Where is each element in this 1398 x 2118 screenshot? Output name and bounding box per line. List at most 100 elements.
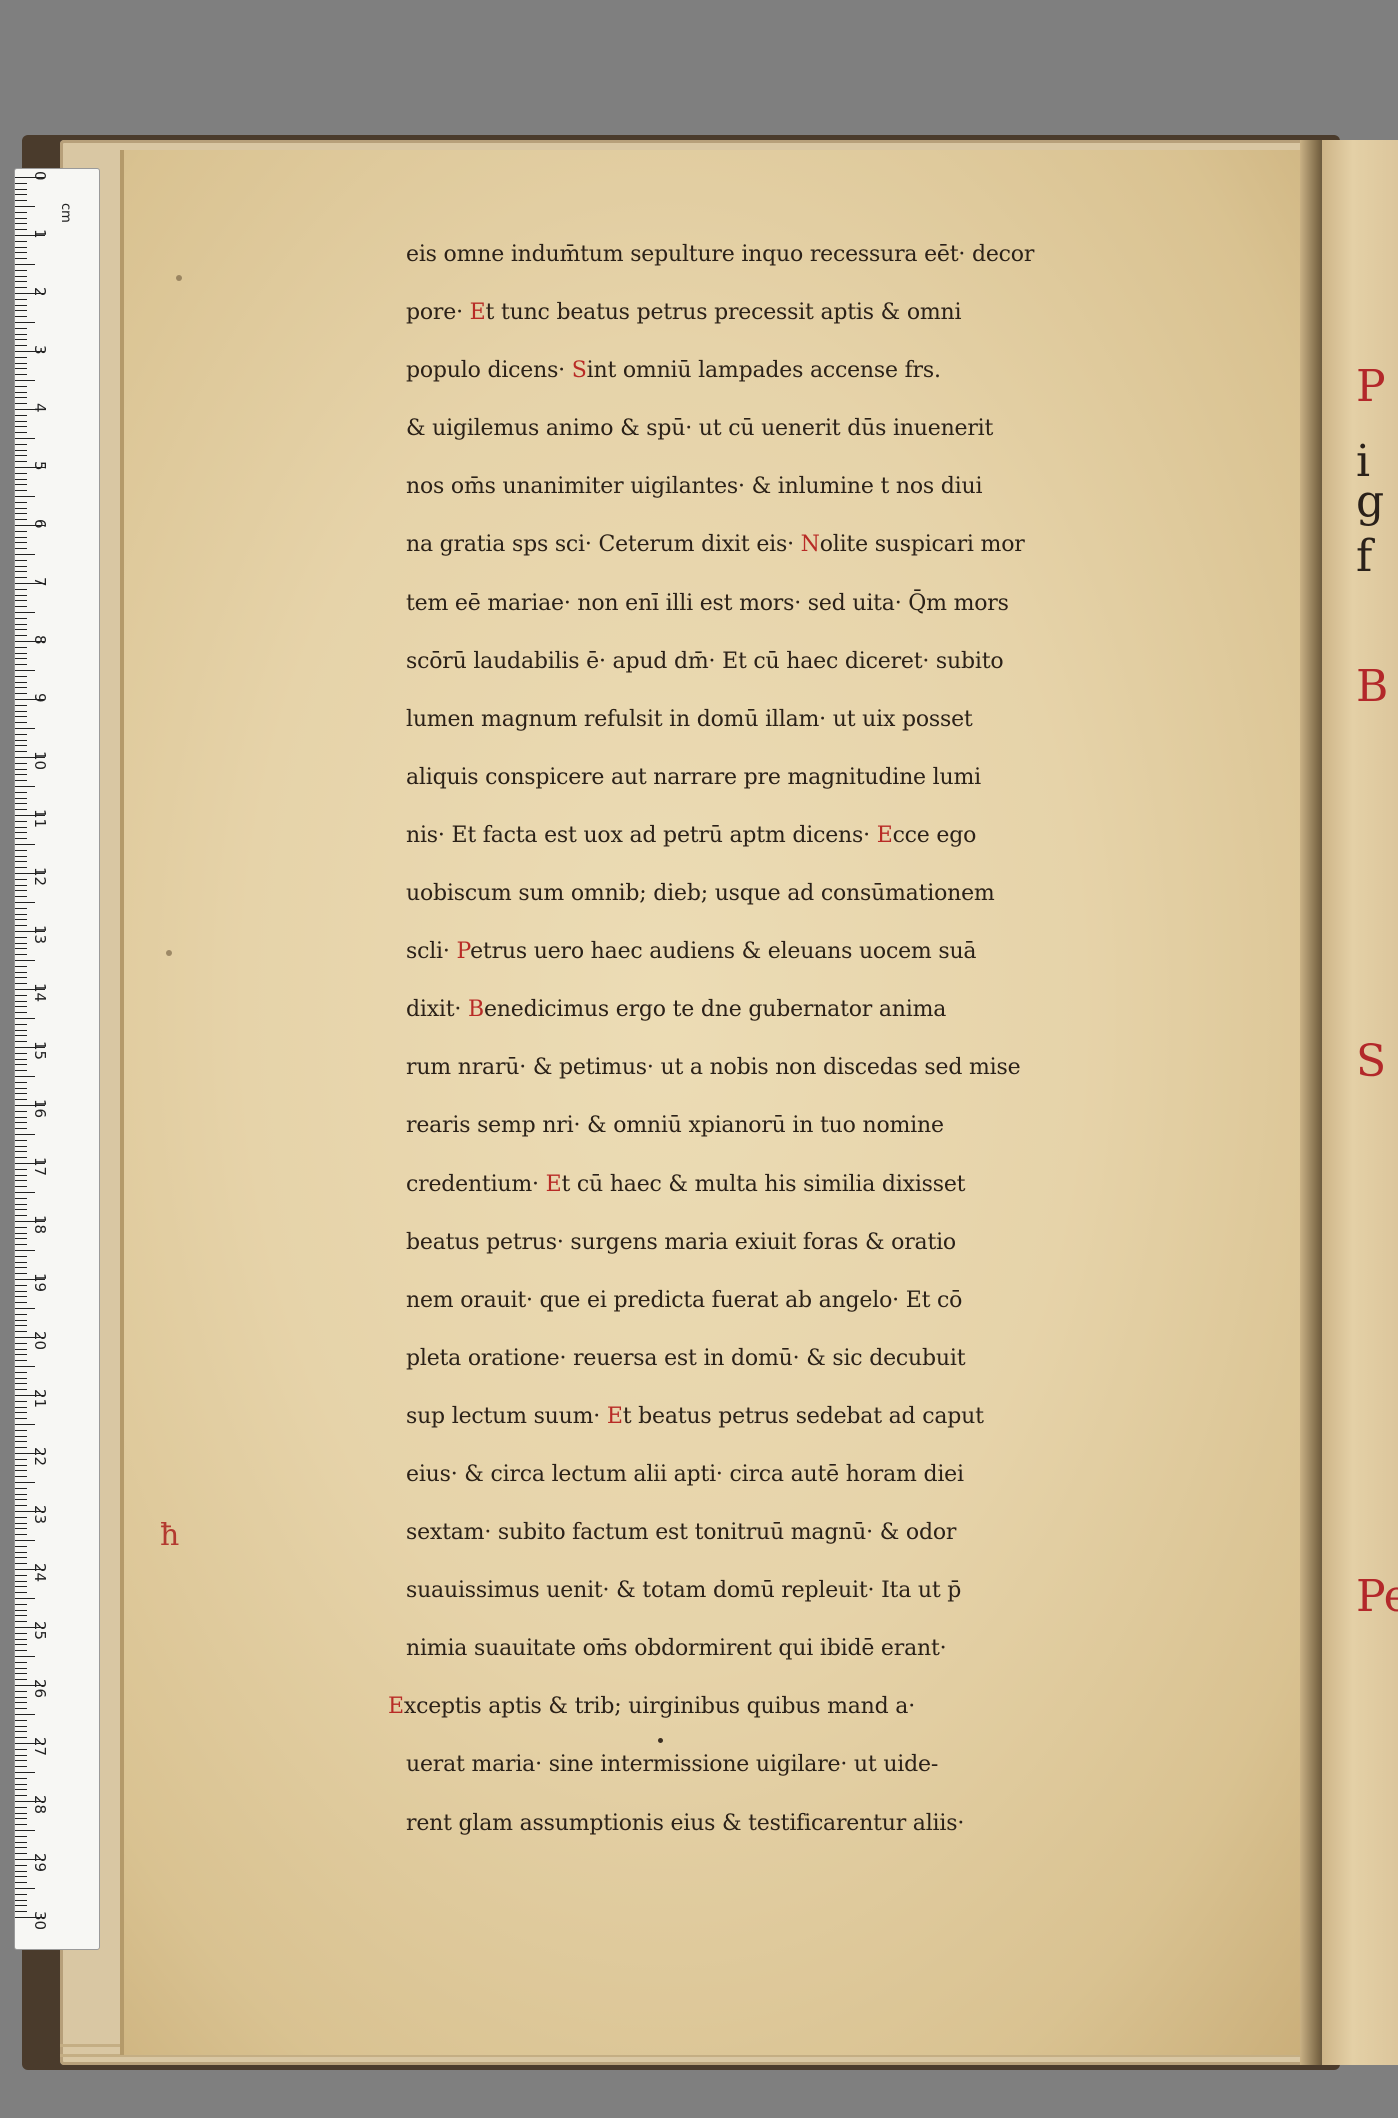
manuscript-line: aliquis conspicere aut narrare pre magni… xyxy=(406,749,1306,807)
ruler-mm-tick xyxy=(15,896,27,898)
ruler-mm-tick xyxy=(15,844,35,845)
ruler-mm-tick xyxy=(15,1099,27,1101)
ruler-mm-tick xyxy=(15,1308,35,1309)
ruler-mm-tick xyxy=(15,1447,27,1449)
ruler-mm-tick xyxy=(15,1377,27,1379)
ruler-mm-tick xyxy=(15,1070,27,1072)
ruler-mm-tick xyxy=(15,1702,27,1704)
ruler-mm-tick xyxy=(15,420,27,422)
ruler-mm-tick xyxy=(15,1540,35,1541)
ruler-mm-tick xyxy=(15,1824,27,1826)
ruler-mm-tick xyxy=(15,913,27,915)
ruler-mm-tick xyxy=(15,693,27,695)
ruler-mm-tick xyxy=(15,1139,27,1141)
ruler-mm-tick xyxy=(15,890,27,892)
ruler-mm-tick xyxy=(15,287,27,289)
ruler-mm-tick xyxy=(15,1273,27,1275)
line-text: uerat maria· sine intermissione uigilare… xyxy=(406,1752,939,1778)
ruler-mm-tick xyxy=(15,1000,27,1002)
ruler-mm-tick xyxy=(15,1876,27,1878)
rubricated-initial: E xyxy=(876,822,893,848)
line-text: tem eē mariae· non enī illi est mors· se… xyxy=(406,590,1009,616)
ruler-mm-tick xyxy=(15,751,27,753)
ruler-mm-tick xyxy=(15,1754,27,1756)
ruler-mm-tick xyxy=(15,1487,27,1489)
ruler-mm-tick xyxy=(15,797,27,799)
ruler-mm-tick xyxy=(15,907,27,909)
manuscript-line: tem eē mariae· non enī illi est mors· se… xyxy=(406,575,1306,633)
ruler-mm-tick xyxy=(15,1464,27,1466)
ruler-mm-tick xyxy=(15,902,35,903)
ruler-mm-tick xyxy=(15,1383,27,1385)
ruler-mm-tick xyxy=(15,1429,27,1431)
ruler-mm-tick xyxy=(15,1592,27,1594)
rubricated-initial: N xyxy=(800,532,820,558)
ruler-mm-tick xyxy=(15,374,27,376)
ruler-mm-tick xyxy=(15,345,27,347)
line-text: olite suspicari mor xyxy=(819,532,1025,558)
ruler-number: 30 xyxy=(31,1911,49,1931)
ruler-mm-tick xyxy=(15,1882,27,1884)
line-text: eis omne indum̄tum sepulture inquo reces… xyxy=(406,242,1035,267)
ruler-mm-tick xyxy=(15,838,27,840)
ruler-mm-tick xyxy=(15,484,27,486)
line-text: pore· xyxy=(406,300,470,326)
ruler-number: 3 xyxy=(31,345,49,355)
ruler-number: 5 xyxy=(31,461,49,471)
ruler-mm-tick xyxy=(15,1656,35,1657)
ruler-mm-tick xyxy=(15,1232,27,1234)
manuscript-line: nis· Et facta est uox ad petrū aptm dice… xyxy=(406,807,1306,865)
manuscript-line: scōrū laudabilis ē· apud dm̄· Et cū haec… xyxy=(406,633,1306,691)
line-text: t cū haec & multa his similia dixisset xyxy=(561,1171,966,1197)
line-text: suauissimus uenit· & totam domū repleuit… xyxy=(406,1578,962,1604)
ruler-mm-tick xyxy=(15,861,27,863)
ruler-mm-tick xyxy=(15,490,27,492)
ruler-mm-tick xyxy=(15,1192,35,1193)
ruler-mm-tick xyxy=(15,652,27,654)
ruler-mm-tick xyxy=(15,1534,27,1536)
ruler-mm-tick xyxy=(15,1441,27,1443)
ruler-mm-tick xyxy=(15,1847,27,1849)
ruler-mm-tick xyxy=(15,258,27,260)
ruler-mm-tick xyxy=(15,1679,27,1681)
ruler-mm-tick xyxy=(15,1325,27,1327)
ruler-mm-tick xyxy=(15,617,27,619)
ruler-number: 10 xyxy=(31,751,49,771)
ruler-number: 13 xyxy=(31,925,49,945)
manuscript-line: nem orauit· que ei predicta fuerat ab an… xyxy=(406,1272,1306,1330)
ruler-mm-tick xyxy=(15,240,27,242)
ruler-mm-tick xyxy=(15,1737,27,1739)
ruler-mm-tick xyxy=(15,1731,27,1733)
ruler-mm-tick xyxy=(15,1296,27,1298)
manuscript-line: beatus petrus· surgens maria exiuit fora… xyxy=(406,1214,1306,1272)
line-text: sup lectum suum· xyxy=(406,1403,607,1429)
ruler-mm-tick xyxy=(15,1116,27,1118)
ruler-mm-tick xyxy=(15,304,27,306)
marginal-annotation: ħ xyxy=(160,1518,180,1553)
ruler-mm-tick xyxy=(15,994,27,996)
ruler-mm-tick xyxy=(15,1418,27,1420)
manuscript-line: uobiscum sum omnib; dieb; usque ad consū… xyxy=(406,865,1306,923)
ruler-mm-tick xyxy=(15,855,27,857)
ruler-number: 12 xyxy=(31,867,49,887)
manuscript-line: populo dicens· Sint omniū lampades accen… xyxy=(406,342,1306,400)
ruler-mm-tick xyxy=(15,681,27,683)
ruler-mm-tick xyxy=(15,322,35,323)
line-text: beatus petrus· surgens maria exiuit fora… xyxy=(406,1229,956,1255)
ruler-mm-tick xyxy=(15,1893,27,1895)
ruler-number: 23 xyxy=(31,1505,49,1525)
ruler-mm-tick xyxy=(15,385,27,387)
ruler-mm-tick xyxy=(15,397,27,399)
ruler-mm-tick xyxy=(15,948,27,950)
ruler-mm-tick xyxy=(15,1018,35,1019)
ruler-mm-tick xyxy=(15,1835,27,1837)
manuscript-line: pore· Et tunc beatus petrus precessit ap… xyxy=(406,284,1306,342)
ruler-mm-tick xyxy=(15,1302,27,1304)
ruler-mm-tick xyxy=(15,960,35,961)
ruler-number: 9 xyxy=(31,693,49,703)
ruler-mm-tick xyxy=(15,1482,35,1483)
ruler-mm-tick xyxy=(15,1348,27,1350)
ruler-mm-tick xyxy=(15,298,27,300)
ruler-number: 21 xyxy=(31,1389,49,1409)
line-text: dixit· xyxy=(406,997,468,1023)
